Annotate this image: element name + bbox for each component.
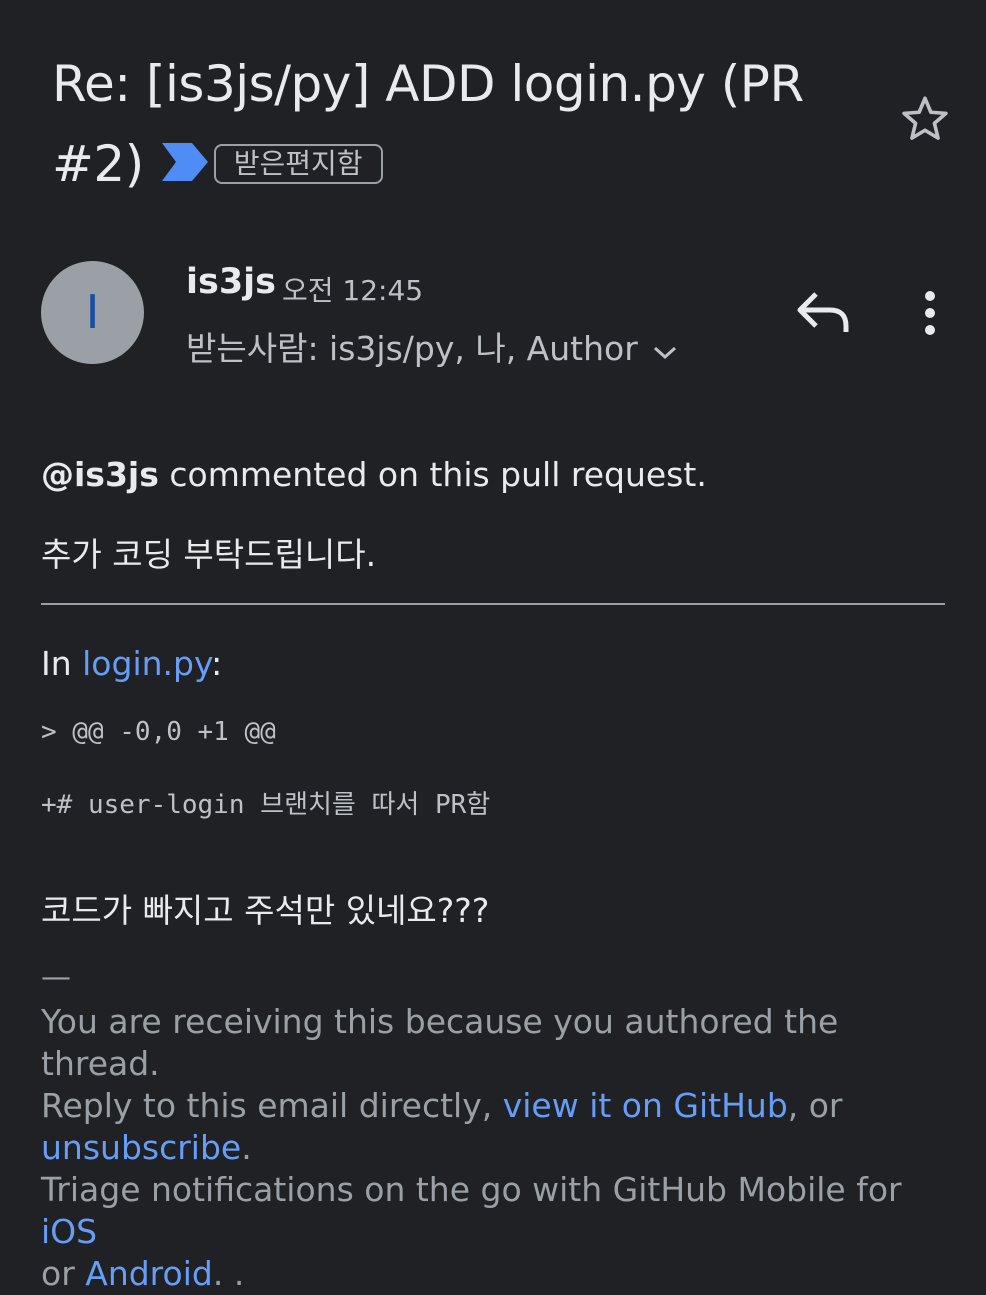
more-vert-icon[interactable] bbox=[912, 290, 948, 338]
in-suffix: : bbox=[211, 644, 223, 683]
file-reference: In login.py: bbox=[41, 644, 222, 683]
footer-or-text: , or bbox=[787, 1086, 843, 1125]
in-prefix: In bbox=[41, 644, 83, 683]
comment-intro: commented on this pull request. bbox=[158, 455, 707, 494]
footer-line-2: Reply to this email directly, view it on… bbox=[41, 1085, 951, 1127]
importance-marker-icon bbox=[161, 124, 208, 204]
android-link[interactable]: Android bbox=[85, 1254, 213, 1293]
sender-avatar[interactable]: I bbox=[41, 261, 144, 364]
footer-reply-text: Reply to this email directly, bbox=[41, 1086, 503, 1125]
unsubscribe-period: . bbox=[241, 1128, 252, 1167]
mention-user[interactable]: @is3js bbox=[41, 455, 159, 494]
divider bbox=[41, 603, 945, 605]
or-text: or bbox=[41, 1254, 86, 1293]
footer-line-1: You are receiving this because you autho… bbox=[41, 1002, 839, 1083]
diff-header: > @@ -0,0 +1 @@ bbox=[41, 717, 276, 747]
review-comment: 코드가 빠지고 주석만 있네요??? bbox=[41, 891, 490, 930]
reply-icon[interactable] bbox=[794, 288, 852, 338]
unsubscribe-link[interactable]: unsubscribe bbox=[41, 1128, 241, 1167]
footer-line-4: Triage notifications on the go with GitH… bbox=[41, 1169, 951, 1253]
email-subject: Re: [is3js/py] ADD login.py (PR #2) 받은편지함 bbox=[52, 44, 852, 204]
recipients-toggle[interactable]: 받는사람: is3js/py, 나, Author bbox=[186, 322, 678, 370]
star-icon[interactable] bbox=[898, 92, 952, 146]
recipients-text: 받는사람: is3js/py, 나, Author bbox=[186, 329, 638, 368]
comment-text: 추가 코딩 부탁드립니다. bbox=[41, 535, 377, 574]
android-suffix: . . bbox=[212, 1254, 245, 1293]
label-inbox-chip[interactable]: 받은편지함 bbox=[213, 143, 383, 184]
comment-header: @is3js commented on this pull request. bbox=[41, 455, 707, 494]
triage-text: Triage notifications on the go with GitH… bbox=[41, 1170, 902, 1209]
view-on-github-link[interactable]: view it on GitHub bbox=[503, 1086, 788, 1125]
sender-name: is3js bbox=[186, 262, 277, 302]
footer-line-3: unsubscribe. bbox=[41, 1127, 951, 1169]
footer-line-5: or Android. . bbox=[41, 1253, 951, 1295]
avatar-letter: I bbox=[85, 285, 100, 339]
diff-line: +# user-login 브랜치를 따서 PR함 bbox=[41, 790, 491, 820]
file-link[interactable]: login.py bbox=[82, 644, 211, 683]
email-footer: You are receiving this because you autho… bbox=[41, 1001, 951, 1295]
chevron-down-icon bbox=[652, 331, 678, 370]
ios-link[interactable]: iOS bbox=[41, 1212, 97, 1251]
footer-separator: — bbox=[41, 960, 71, 995]
sent-time: 오전 12:45 bbox=[282, 274, 424, 307]
